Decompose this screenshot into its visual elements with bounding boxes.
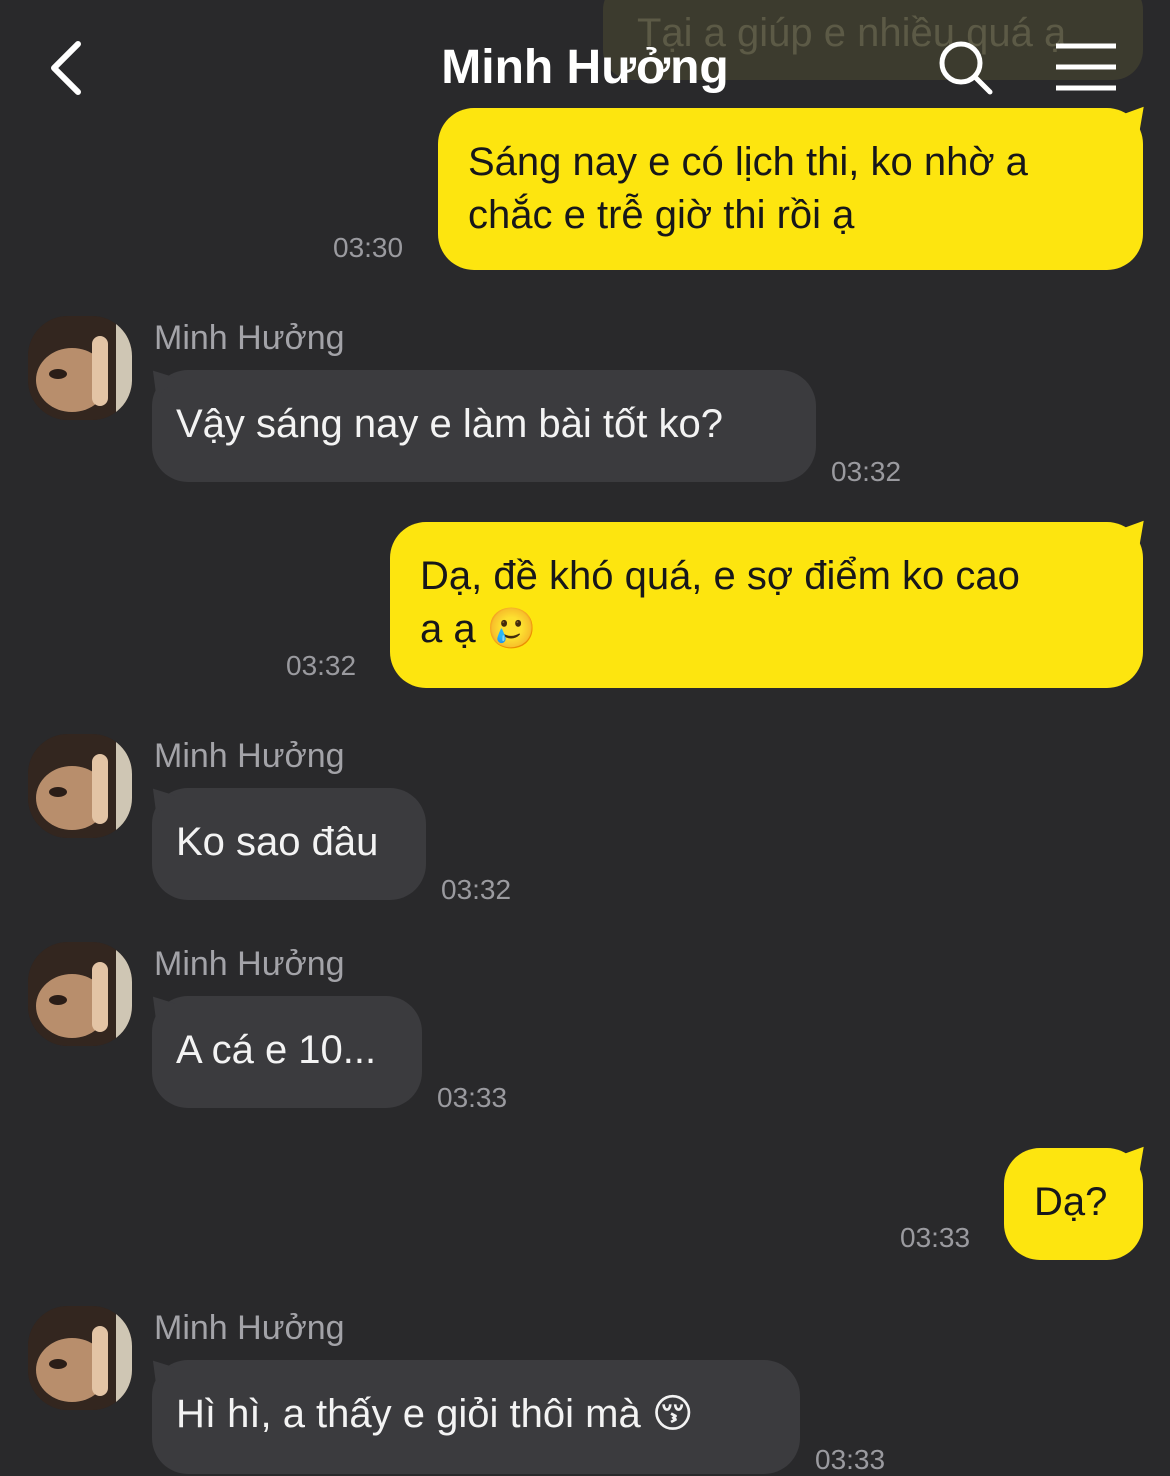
message-text-line: Sáng nay e có lịch thi, ko nhờ a: [468, 140, 1028, 184]
message-text-line: chắc e trễ giờ thi rồi ạ: [468, 193, 855, 237]
sender-name: Minh Hưởng: [154, 319, 345, 357]
sender-name: Minh Hưởng: [154, 1309, 345, 1347]
chat-header: Minh Hưởng: [0, 0, 1170, 120]
message-timestamp: 03:33: [437, 1082, 508, 1113]
message-bubble-received[interactable]: Vậy sáng nay e làm bài tốt ko?: [152, 370, 816, 482]
message-text-line: Dạ, đề khó quá, e sợ điểm ko cao: [420, 554, 1020, 598]
message-bubble-sent[interactable]: Sáng nay e có lịch thi, ko nhờ a chắc e …: [438, 108, 1143, 270]
menu-icon[interactable]: [1054, 42, 1118, 92]
message-timestamp: 03:33: [815, 1444, 886, 1475]
message-bubble-received[interactable]: Ko sao đâu: [152, 788, 426, 900]
avatar[interactable]: [28, 734, 132, 838]
message-bubble-sent[interactable]: Dạ?: [1004, 1148, 1143, 1260]
message-bubble-received[interactable]: Hì hì, a thấy e giỏi thôi mà 😚: [152, 1360, 800, 1474]
message-text: A cá e 10...: [176, 1028, 377, 1072]
message-text: Hì hì, a thấy e giỏi thôi mà: [176, 1392, 641, 1436]
avatar[interactable]: [28, 942, 132, 1046]
message-bubble-sent[interactable]: Dạ, đề khó quá, e sợ điểm ko cao a ạ 🥲: [390, 522, 1143, 688]
message-text-line: a ạ 🥲: [420, 607, 537, 651]
message-text: Vậy sáng nay e làm bài tốt ko?: [176, 402, 723, 446]
sender-name: Minh Hưởng: [154, 945, 345, 983]
message-timestamp: 03:30: [333, 232, 404, 263]
crying-smile-emoji: 🥲: [486, 607, 537, 651]
message-bubble-received[interactable]: A cá e 10...: [152, 996, 422, 1108]
message-text: Ko sao đâu: [176, 820, 379, 864]
message-text: Dạ?: [1034, 1180, 1108, 1224]
message-timestamp: 03:33: [900, 1222, 971, 1253]
avatar[interactable]: [28, 1306, 132, 1410]
message-timestamp: 03:32: [441, 874, 512, 905]
message-timestamp: 03:32: [831, 456, 902, 487]
message-timestamp: 03:32: [286, 650, 357, 681]
avatar[interactable]: [28, 316, 132, 420]
sender-name: Minh Hưởng: [154, 737, 345, 775]
kissing-face-emoji: 😚: [651, 1392, 694, 1436]
search-icon[interactable]: [936, 38, 996, 98]
